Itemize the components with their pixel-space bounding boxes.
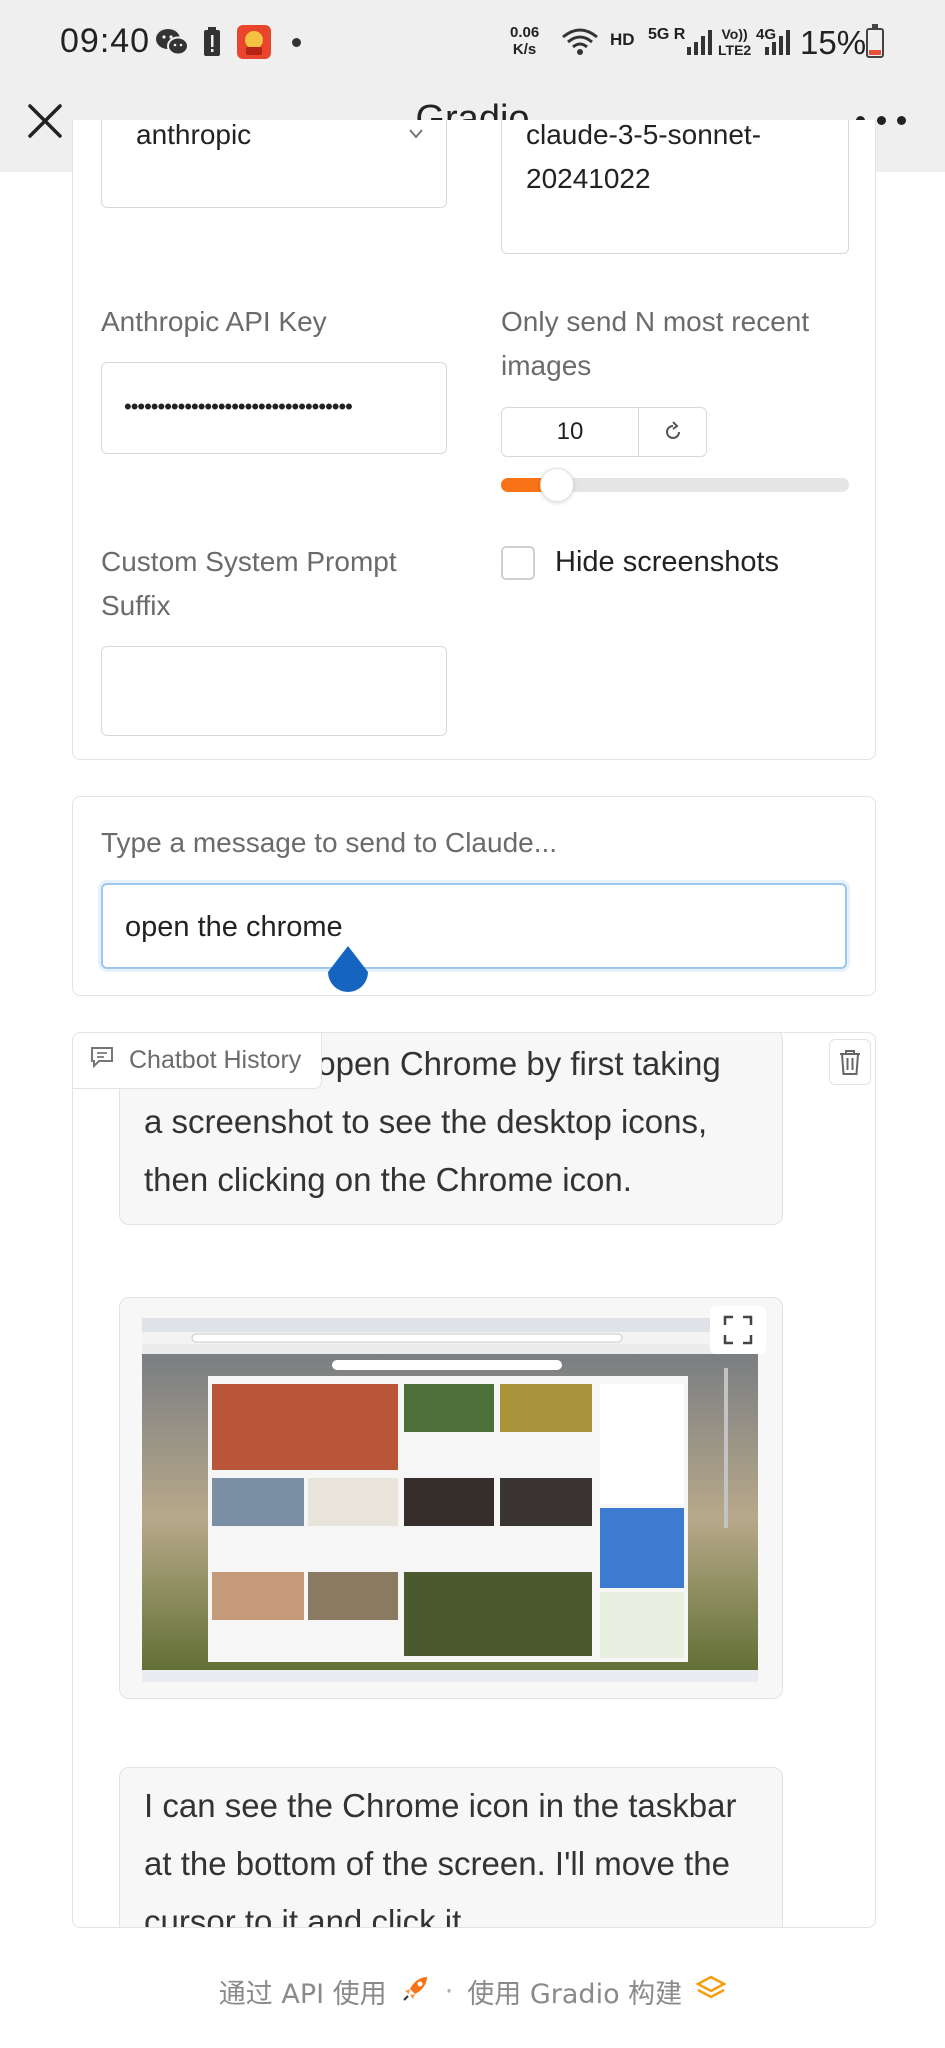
battery-percent: 15% [800,24,867,61]
hide-screenshots-label[interactable]: Hide screenshots [555,540,779,584]
message-2-line2: at the bottom of the screen. I'll move t… [144,1845,730,1882]
rocket-icon [401,1973,431,2010]
hide-screenshots-checkbox[interactable] [501,546,535,580]
status-bar: 09:40 0.06 K/s HD 5G R Vo)) LTE2 4G 15% [0,0,945,84]
slider-fill [501,478,542,492]
system-prompt-label-line1: Custom System Prompt [101,546,397,577]
network-speed-unit: K/s [512,41,537,58]
message-value: open the chrome [125,911,343,943]
model-value-line1: claude-3-5-sonnet- [526,120,762,150]
message-1-line3: then clicking on the Chrome icon. [144,1161,632,1198]
footer: 通过 API 使用 · 使用 Gradio 构建 [0,1966,945,2016]
signal-2-label: Vo)) LTE2 [718,26,751,58]
message-2-line1: I can see the Chrome icon in the taskbar [144,1787,737,1824]
status-time: 09:40 [60,22,151,60]
recent-images-label-line1: Only send N most recent [501,306,810,337]
model-value-line2: 20241022 [526,163,651,194]
signal-2-top: Vo)) [721,26,748,42]
battery-icon [866,24,884,58]
recent-images-number-input[interactable]: 10 [501,407,707,457]
more-notifications-dot [292,38,301,47]
slider-thumb[interactable] [540,468,574,502]
signal-bars-1-icon [684,26,714,58]
message-label: Type a message to send to Claude... [101,827,558,858]
system-prompt-label-line2: Suffix [101,590,171,621]
wechat-icon [154,26,190,58]
message-input[interactable]: open the chrome [101,883,847,969]
api-key-input[interactable]: •••••••••••••••••••••••••••••••••• [101,362,447,454]
signal-2-bottom: LTE2 [718,42,752,58]
screenshot-message-bubble [119,1297,783,1699]
network-speed-value: 0.06 [510,24,540,41]
assistant-message-bubble: I can see the Chrome icon in the taskbar… [119,1767,783,1928]
system-prompt-input[interactable] [101,646,447,736]
message-2-line3: cursor to it and click it. [144,1903,471,1928]
chatbot-history-label: Chatbot History [129,1046,302,1074]
desktop-screenshot-image[interactable] [142,1318,758,1682]
api-key-value: •••••••••••••••••••••••••••••••••• [124,394,353,419]
wifi-icon [560,26,600,58]
api-key-label: Anthropic API Key [101,306,327,337]
provider-value: anthropic [136,120,252,150]
signal-bars-2-icon [762,26,792,58]
text-cursor-handle-icon[interactable] [324,944,372,1000]
gradio-logo-icon [695,1975,727,2008]
built-with-gradio-link[interactable]: 使用 Gradio 构建 [467,1972,682,2011]
chatbot-panel[interactable]: I'll help you open Chrome by first takin… [72,1032,876,1928]
model-field[interactable]: claude-3-5-sonnet- 20241022 [501,120,849,254]
alert-battery-icon [200,26,224,58]
signal-1-label: 5G R [648,26,686,43]
use-via-api-link[interactable]: 通过 API 使用 [219,1972,387,2011]
recent-images-label-line2: images [501,350,592,381]
app-notification-icon [236,25,272,59]
hd-indicator: HD [610,30,635,49]
trash-icon[interactable] [829,1039,871,1085]
footer-separator: · [444,1975,454,2007]
chevron-down-icon [408,127,424,145]
message-1-line2: a screenshot to see the desktop icons, [144,1103,708,1140]
message-panel: Type a message to send to Claude... open… [72,796,876,996]
recent-images-slider[interactable] [501,468,849,502]
recent-images-value: 10 [556,418,584,445]
chat-bubble-icon [89,1045,115,1076]
reset-icon[interactable] [639,408,707,456]
expand-icon[interactable] [710,1306,766,1354]
provider-dropdown[interactable]: anthropic [101,120,447,208]
network-speed: 0.06 K/s [510,24,539,58]
chatbot-history-tag: Chatbot History [73,1033,323,1089]
settings-panel: anthropic claude-3-5-sonnet- 20241022 An… [72,120,876,760]
